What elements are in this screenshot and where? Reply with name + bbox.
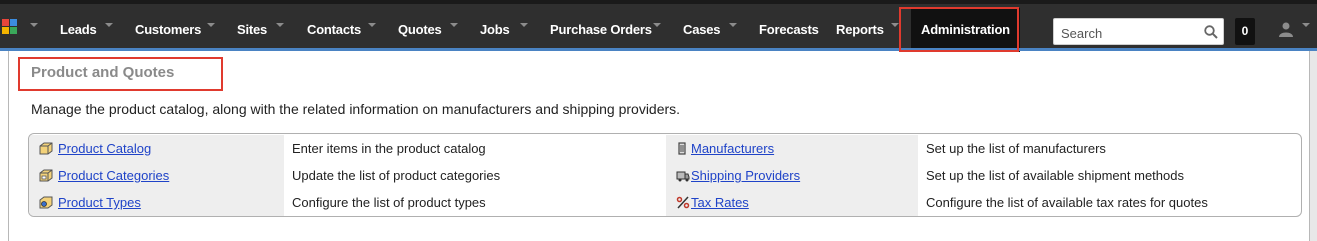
shipping-providers-description: Set up the list of available shipment me… bbox=[926, 168, 1184, 183]
category-box-icon bbox=[39, 169, 53, 182]
tax-rates-link[interactable]: Tax Rates bbox=[691, 189, 749, 216]
panel-description: Manage the product catalog, along with t… bbox=[31, 101, 681, 117]
table-cell: Shipping Providers bbox=[666, 162, 918, 189]
table-cell: Tax Rates bbox=[666, 189, 918, 216]
table-cell: Product Catalog bbox=[29, 135, 284, 162]
manufacturers-link[interactable]: Manufacturers bbox=[691, 135, 774, 162]
administration-highlight-box bbox=[899, 7, 1019, 52]
purchase-orders-chevron-down-icon[interactable] bbox=[653, 23, 661, 27]
product-categories-description: Update the list of product categories bbox=[292, 168, 501, 183]
nav-item-customers[interactable]: Customers bbox=[135, 8, 201, 52]
truck-icon bbox=[676, 171, 690, 182]
panel-left-border bbox=[8, 51, 9, 241]
nav-item-contacts[interactable]: Contacts bbox=[307, 8, 361, 52]
cases-chevron-down-icon[interactable] bbox=[729, 23, 737, 27]
search-icon[interactable] bbox=[1204, 25, 1218, 39]
percent-icon bbox=[676, 196, 690, 209]
nav-item-quotes[interactable]: Quotes bbox=[398, 8, 442, 52]
jobs-chevron-down-icon[interactable] bbox=[520, 23, 528, 27]
sites-chevron-down-icon[interactable] bbox=[276, 23, 284, 27]
search-box bbox=[1053, 18, 1224, 45]
notification-count-badge[interactable]: 0 bbox=[1235, 18, 1255, 45]
user-avatar-icon[interactable] bbox=[1278, 21, 1294, 37]
nav-accent-line bbox=[0, 48, 1317, 51]
table-cell: Product Categories bbox=[29, 162, 284, 189]
product-catalog-description: Enter items in the product catalog bbox=[292, 141, 486, 156]
top-navigation-bar: Leads Customers Sites Contacts Quotes Jo… bbox=[0, 0, 1317, 52]
reports-chevron-down-icon[interactable] bbox=[891, 23, 899, 27]
table-row: Product Types Configure the list of prod… bbox=[29, 189, 1301, 216]
search-input[interactable] bbox=[1059, 23, 1198, 43]
vertical-scrollbar[interactable] bbox=[1310, 51, 1317, 241]
manufacturer-building-icon bbox=[678, 142, 686, 155]
table-cell: Product Types bbox=[29, 189, 284, 216]
customers-chevron-down-icon[interactable] bbox=[207, 23, 215, 27]
panel-title: Product and Quotes bbox=[31, 64, 175, 81]
nav-item-purchase-orders[interactable]: Purchase Orders bbox=[550, 8, 652, 52]
nav-item-sites[interactable]: Sites bbox=[237, 8, 267, 52]
product-types-icon bbox=[39, 196, 53, 209]
nav-item-cases[interactable]: Cases bbox=[683, 8, 721, 52]
product-types-link[interactable]: Product Types bbox=[58, 189, 141, 216]
manufacturers-description: Set up the list of manufacturers bbox=[926, 141, 1106, 156]
quotes-chevron-down-icon[interactable] bbox=[450, 23, 458, 27]
tax-rates-description: Configure the list of available tax rate… bbox=[926, 195, 1208, 210]
logo-menu-chevron-down-icon[interactable] bbox=[30, 23, 38, 27]
product-types-description: Configure the list of product types bbox=[292, 195, 486, 210]
nav-item-jobs[interactable]: Jobs bbox=[480, 8, 510, 52]
table-row: Product Categories Update the list of pr… bbox=[29, 162, 1301, 189]
app-logo-icon[interactable] bbox=[2, 19, 18, 35]
product-categories-link[interactable]: Product Categories bbox=[58, 162, 169, 189]
contacts-chevron-down-icon[interactable] bbox=[368, 23, 376, 27]
admin-links-table: Product Catalog Enter items in the produ… bbox=[28, 133, 1302, 217]
table-cell: Manufacturers bbox=[666, 135, 918, 162]
nav-item-forecasts[interactable]: Forecasts bbox=[759, 8, 819, 52]
box-icon bbox=[39, 142, 53, 155]
nav-item-reports[interactable]: Reports bbox=[836, 8, 884, 52]
table-row: Product Catalog Enter items in the produ… bbox=[29, 135, 1301, 162]
user-menu-chevron-down-icon[interactable] bbox=[1302, 23, 1310, 27]
product-catalog-link[interactable]: Product Catalog bbox=[58, 135, 151, 162]
shipping-providers-link[interactable]: Shipping Providers bbox=[691, 162, 800, 189]
nav-item-leads[interactable]: Leads bbox=[60, 8, 97, 52]
leads-chevron-down-icon[interactable] bbox=[105, 23, 113, 27]
